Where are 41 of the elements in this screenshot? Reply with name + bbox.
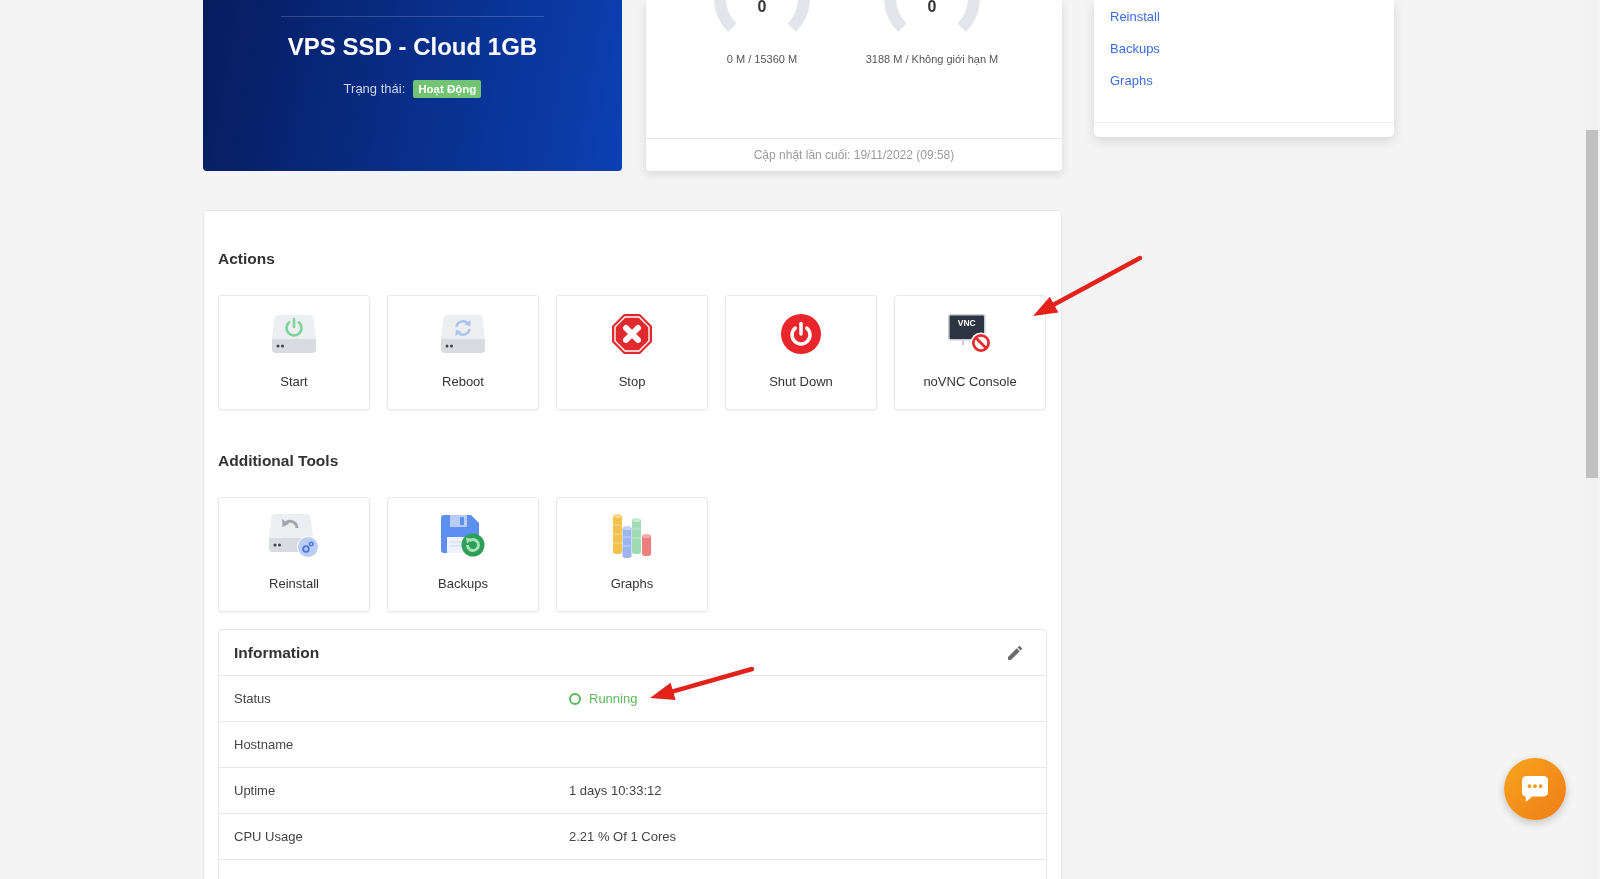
panel-title: Information (234, 643, 320, 662)
reinstall-button[interactable]: Reinstall (218, 497, 370, 612)
section-heading: Additional Tools (218, 451, 340, 471)
last-updated-text: Cập nhật lần cuối: 19/11/2022 (09:58) (753, 148, 955, 162)
reboot-button[interactable]: Reboot (387, 295, 539, 410)
side-menu-link[interactable]: Backups (1110, 33, 1160, 65)
info-label: Uptime (234, 783, 276, 798)
info-label: CPU Usage (234, 829, 303, 844)
gauge-caption: 0 M / 15360 M (726, 52, 798, 66)
status-badge: Hoạt Động (413, 80, 482, 98)
status-label: Trạng thái: (343, 80, 406, 98)
start-button[interactable]: Start (218, 295, 370, 410)
cylinder-chart-icon (613, 514, 651, 558)
shut-down-button[interactable]: Shut Down (725, 295, 877, 410)
scrollbar-thumb[interactable] (1586, 130, 1598, 478)
status-ring-icon (569, 692, 581, 705)
stop-sign-icon (612, 314, 652, 354)
backups-button[interactable]: Backups (387, 497, 539, 612)
info-label: Hostname (234, 737, 294, 752)
drive-refresh-icon (441, 315, 485, 353)
floppy-disk-icon (441, 515, 485, 557)
drive-gear-icon (269, 514, 319, 558)
side-menu-link[interactable]: Reinstall (1110, 1, 1160, 33)
chat-bubble-icon (1522, 776, 1548, 802)
graphs-button[interactable]: Graphs (556, 497, 708, 612)
product-title: VPS SSD - Cloud 1GB (287, 32, 538, 62)
info-label: Status (234, 691, 271, 706)
gauge-value: 0 (927, 0, 937, 15)
status-value: Running (589, 691, 638, 706)
side-menu-link[interactable]: Graphs (1110, 65, 1153, 97)
console-button[interactable]: VNC noVNC Console (894, 295, 1046, 410)
drive-power-icon (272, 315, 316, 353)
chat-button[interactable] (1504, 758, 1566, 820)
stop-button[interactable]: Stop (556, 295, 708, 410)
section-heading: Actions (218, 249, 276, 269)
edit-icon[interactable] (1008, 645, 1022, 660)
power-icon (781, 314, 821, 354)
gauge-value: 0 (757, 0, 767, 15)
info-value: 2.21 % Of 1 Cores (569, 829, 676, 844)
info-value: 1 days 10:33:12 (569, 783, 662, 798)
gauge-caption: 3188 M / Không giới hạn M (865, 52, 999, 66)
